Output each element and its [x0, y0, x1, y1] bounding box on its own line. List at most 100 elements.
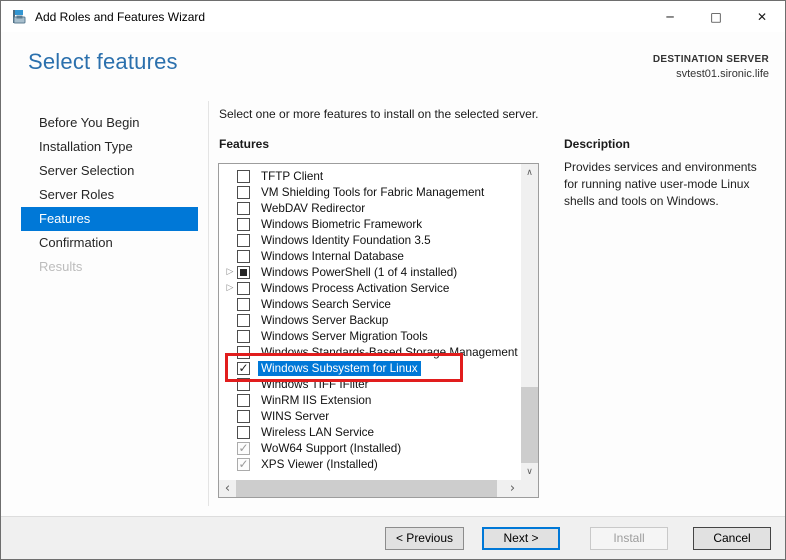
sidebar-item-server-selection[interactable]: Server Selection	[21, 159, 198, 183]
checkbox-unchecked[interactable]	[237, 346, 250, 359]
page-title: Select features	[28, 49, 178, 75]
feature-row-wireless-lan-service[interactable]: Wireless LAN Service	[219, 424, 521, 440]
wizard-window: Add Roles and Features Wizard ─ □ ✕ Sele…	[0, 0, 786, 560]
horizontal-scroll-thumb[interactable]	[236, 480, 497, 497]
expand-arrow-icon[interactable]: ▷	[223, 283, 237, 293]
feature-row-webdav-redirector[interactable]: WebDAV Redirector	[219, 200, 521, 216]
checkbox-unchecked[interactable]	[237, 170, 250, 183]
feature-label: XPS Viewer (Installed)	[258, 457, 381, 472]
feature-label: Windows Subsystem for Linux	[258, 361, 421, 376]
scroll-up-icon[interactable]: ∧	[521, 164, 538, 181]
feature-label: WoW64 Support (Installed)	[258, 441, 404, 456]
checkbox-unchecked[interactable]	[237, 250, 250, 263]
destination-server-label: DESTINATION SERVER	[653, 54, 769, 65]
feature-label: Windows PowerShell (1 of 4 installed)	[258, 265, 460, 280]
checkbox-unchecked[interactable]	[237, 330, 250, 343]
scroll-down-icon[interactable]: ∨	[521, 463, 538, 480]
feature-row-windows-subsystem-for-linux[interactable]: ✓ Windows Subsystem for Linux	[219, 360, 521, 376]
feature-label: Windows Identity Foundation 3.5	[258, 233, 434, 248]
checkbox-unchecked[interactable]	[237, 426, 250, 439]
checkbox-checked-disabled: ✓	[237, 442, 250, 455]
previous-button[interactable]: < Previous	[385, 527, 464, 550]
sidebar-divider	[208, 101, 209, 506]
features-list-label: Features	[219, 137, 269, 151]
sidebar-item-installation-type[interactable]: Installation Type	[21, 135, 198, 159]
feature-label: Windows Server Migration Tools	[258, 329, 431, 344]
feature-row-vm-shielding-tools-for-fabric-management[interactable]: VM Shielding Tools for Fabric Management	[219, 184, 521, 200]
feature-row-wins-server[interactable]: WINS Server	[219, 408, 521, 424]
feature-label: Windows Process Activation Service	[258, 281, 452, 296]
checkbox-unchecked[interactable]	[237, 410, 250, 423]
feature-label: TFTP Client	[258, 169, 326, 184]
instruction-text: Select one or more features to install o…	[219, 107, 539, 121]
checkbox-checked-disabled: ✓	[237, 458, 250, 471]
partial-check-square	[240, 269, 247, 276]
feature-row-windows-server-backup[interactable]: Windows Server Backup	[219, 312, 521, 328]
scroll-left-icon[interactable]: ‹	[219, 480, 236, 497]
feature-label: WebDAV Redirector	[258, 201, 368, 216]
horizontal-scrollbar[interactable]: ‹ ›	[219, 480, 521, 497]
checkbox-partial[interactable]	[237, 266, 250, 279]
feature-row-tftp-client[interactable]: TFTP Client	[219, 168, 521, 184]
feature-label: WINS Server	[258, 409, 332, 424]
checkbox-unchecked[interactable]	[237, 234, 250, 247]
feature-row-windows-internal-database[interactable]: Windows Internal Database	[219, 248, 521, 264]
feature-label: WinRM IIS Extension	[258, 393, 374, 408]
feature-row-windows-identity-foundation-3-5[interactable]: Windows Identity Foundation 3.5	[219, 232, 521, 248]
scrollbar-corner	[521, 480, 538, 497]
feature-label: Windows Standards-Based Storage Manageme…	[258, 345, 521, 360]
cancel-button[interactable]: Cancel	[693, 527, 771, 550]
expand-arrow-icon[interactable]: ▷	[223, 267, 237, 277]
checkbox-unchecked[interactable]	[237, 314, 250, 327]
features-listbox: TFTP ClientVM Shielding Tools for Fabric…	[218, 163, 539, 498]
sidebar-item-features[interactable]: Features	[21, 207, 198, 231]
maximize-icon[interactable]: □	[693, 1, 739, 32]
description-text: Provides services and environments for r…	[564, 159, 774, 210]
next-button[interactable]: Next >	[482, 527, 560, 550]
feature-label: Windows Internal Database	[258, 249, 407, 264]
feature-row-windows-biometric-framework[interactable]: Windows Biometric Framework	[219, 216, 521, 232]
checkbox-unchecked[interactable]	[237, 202, 250, 215]
feature-label: Windows TIFF IFilter	[258, 377, 372, 392]
window-controls: ─ □ ✕	[647, 1, 785, 32]
feature-row-windows-powershell-1-of-4-installed[interactable]: ▷ Windows PowerShell (1 of 4 installed)	[219, 264, 521, 280]
sidebar-nav: Before You BeginInstallation TypeServer …	[21, 111, 198, 279]
checkbox-unchecked[interactable]	[237, 298, 250, 311]
feature-label: Wireless LAN Service	[258, 425, 377, 440]
window-title: Add Roles and Features Wizard	[35, 10, 205, 24]
destination-server-name: svtest01.sironic.life	[653, 68, 769, 80]
feature-label: Windows Search Service	[258, 297, 394, 312]
feature-row-windows-tiff-ifilter[interactable]: Windows TIFF IFilter	[219, 376, 521, 392]
feature-row-wow64-support-installed[interactable]: ✓ WoW64 Support (Installed)	[219, 440, 521, 456]
wizard-icon	[11, 9, 27, 25]
feature-row-xps-viewer-installed[interactable]: ✓ XPS Viewer (Installed)	[219, 456, 521, 472]
feature-label: Windows Biometric Framework	[258, 217, 425, 232]
features-rows: TFTP ClientVM Shielding Tools for Fabric…	[219, 164, 521, 480]
checkbox-unchecked[interactable]	[237, 378, 250, 391]
feature-row-winrm-iis-extension[interactable]: WinRM IIS Extension	[219, 392, 521, 408]
minimize-icon[interactable]: ─	[647, 1, 693, 32]
vertical-scrollbar[interactable]: ∧ ∨	[521, 164, 538, 480]
checkbox-checked[interactable]: ✓	[237, 362, 250, 375]
close-icon[interactable]: ✕	[739, 1, 785, 32]
feature-row-windows-search-service[interactable]: Windows Search Service	[219, 296, 521, 312]
feature-row-windows-standards-based-storage-management[interactable]: Windows Standards-Based Storage Manageme…	[219, 344, 521, 360]
footer-button-bar: < Previous Next > Install Cancel	[1, 516, 785, 559]
checkbox-unchecked[interactable]	[237, 282, 250, 295]
feature-label: VM Shielding Tools for Fabric Management	[258, 185, 487, 200]
checkbox-unchecked[interactable]	[237, 218, 250, 231]
sidebar-item-confirmation[interactable]: Confirmation	[21, 231, 198, 255]
feature-label: Windows Server Backup	[258, 313, 391, 328]
checkbox-unchecked[interactable]	[237, 186, 250, 199]
feature-row-windows-process-activation-service[interactable]: ▷ Windows Process Activation Service	[219, 280, 521, 296]
description-title: Description	[564, 137, 630, 151]
sidebar-item-results: Results	[21, 255, 198, 279]
vertical-scroll-thumb[interactable]	[521, 387, 538, 463]
sidebar-item-before-you-begin[interactable]: Before You Begin	[21, 111, 198, 135]
checkbox-unchecked[interactable]	[237, 394, 250, 407]
feature-row-windows-server-migration-tools[interactable]: Windows Server Migration Tools	[219, 328, 521, 344]
install-button: Install	[590, 527, 668, 550]
scroll-right-icon[interactable]: ›	[504, 480, 521, 497]
destination-server-block: DESTINATION SERVER svtest01.sironic.life	[653, 54, 769, 80]
sidebar-item-server-roles[interactable]: Server Roles	[21, 183, 198, 207]
